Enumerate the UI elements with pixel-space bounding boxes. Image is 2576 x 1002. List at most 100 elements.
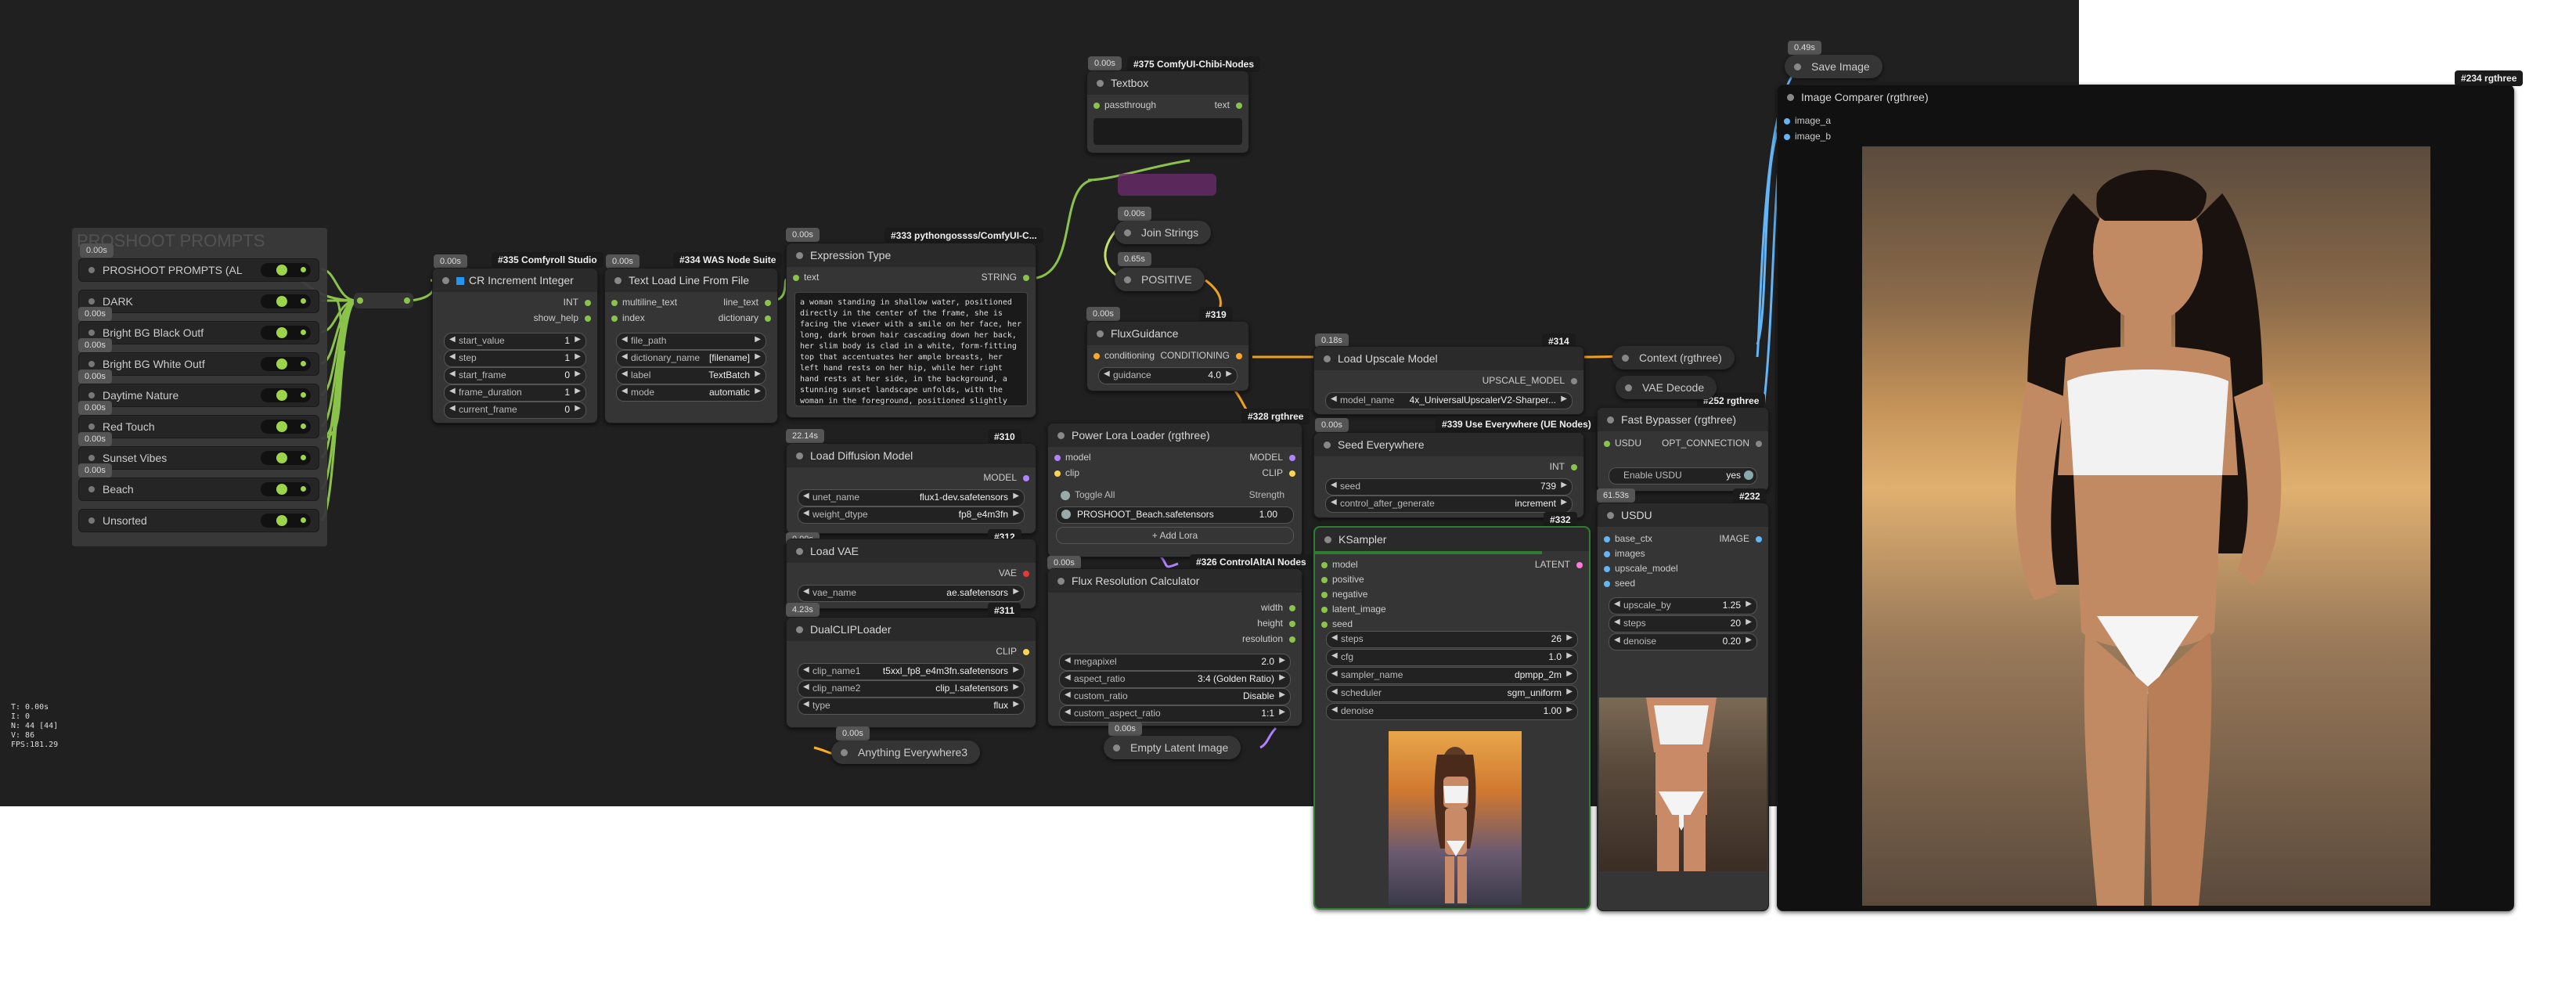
output-socket[interactable] — [765, 300, 771, 306]
node-title-bar[interactable]: KSampler — [1315, 528, 1589, 551]
increment-arrow-icon[interactable]: ▶ — [1746, 600, 1752, 608]
input-socket[interactable] — [1321, 577, 1328, 583]
node-title-bar[interactable]: Fast Bypasser (rgthree) — [1598, 408, 1768, 431]
increment-arrow-icon[interactable]: ▶ — [575, 369, 581, 378]
decrement-arrow-icon[interactable]: ◀ — [621, 387, 628, 395]
increment-arrow-icon[interactable]: ▶ — [1013, 700, 1019, 708]
widget-scheduler[interactable]: ◀ scheduler sgm_uniform ▶ — [1326, 685, 1578, 702]
input-socket[interactable] — [793, 275, 799, 281]
output-socket[interactable] — [301, 517, 306, 523]
output-socket[interactable] — [1023, 275, 1029, 281]
toggle-switch[interactable] — [261, 514, 311, 528]
prompt-textarea[interactable]: a woman standing in shallow water, posit… — [794, 292, 1028, 406]
output-socket[interactable] — [765, 315, 771, 322]
increment-arrow-icon[interactable]: ▶ — [1566, 651, 1573, 660]
increment-arrow-icon[interactable]: ▶ — [575, 404, 581, 413]
prompt-toggle[interactable]: Bright BG White Outf — [78, 352, 319, 376]
collapse-dot-icon[interactable] — [796, 626, 803, 633]
widget-dictionary-name[interactable]: ◀ dictionary_name [filename] ▶ — [616, 350, 766, 367]
decrement-arrow-icon[interactable]: ◀ — [1104, 369, 1110, 378]
node-title-bar[interactable]: DualCLIPLoader — [787, 618, 1036, 641]
prompt-toggle[interactable]: PROSHOOT PROMPTS (AL — [78, 258, 319, 282]
decrement-arrow-icon[interactable]: ◀ — [1614, 600, 1620, 608]
decrement-arrow-icon[interactable]: ◀ — [803, 492, 809, 500]
collapse-dot-icon[interactable] — [1324, 355, 1331, 362]
enable-usdu-toggle[interactable]: Enable USDU yes — [1609, 467, 1757, 485]
join-strings-node[interactable]: Join Strings — [1115, 221, 1212, 244]
toggle-switch[interactable] — [261, 388, 311, 402]
input-socket[interactable] — [1604, 581, 1610, 587]
widget-frame-duration[interactable]: ◀ frame_duration 1 ▶ — [444, 384, 586, 402]
widget-denoise[interactable]: ◀ denoise 1.00 ▶ — [1326, 703, 1578, 720]
collapse-dot-icon[interactable] — [1324, 442, 1331, 449]
increment-arrow-icon[interactable]: ▶ — [575, 352, 581, 361]
canvas[interactable]: PROSHOOT PROMPTS 0.00s PROSHOOT PROMPTS … — [0, 0, 2576, 1002]
increment-arrow-icon[interactable]: ▶ — [1566, 669, 1573, 678]
increment-arrow-icon[interactable]: ▶ — [1013, 683, 1019, 691]
increment-arrow-icon[interactable]: ▶ — [1566, 633, 1573, 642]
output-socket[interactable] — [585, 315, 591, 322]
collapse-dot-icon[interactable] — [1787, 94, 1794, 101]
power-lora-loader-node[interactable]: Power Lora Loader (rgthree) model MODEL c… — [1047, 423, 1302, 557]
widget-steps[interactable]: ◀ steps 20 ▶ — [1609, 615, 1757, 633]
output-socket[interactable] — [404, 297, 410, 304]
output-socket[interactable] — [1289, 605, 1295, 611]
widget-type[interactable]: ◀ type flux ▶ — [798, 697, 1025, 715]
increment-arrow-icon[interactable]: ▶ — [1561, 498, 1567, 506]
input-socket[interactable] — [1604, 566, 1610, 572]
widget-seed[interactable]: ◀ seed 739 ▶ — [1325, 478, 1573, 496]
widget-megapixel[interactable]: ◀ megapixel 2.0 ▶ — [1059, 654, 1291, 671]
output-socket[interactable] — [301, 392, 306, 398]
reroute-node[interactable] — [354, 293, 413, 308]
input-socket[interactable] — [1321, 622, 1328, 628]
decrement-arrow-icon[interactable]: ◀ — [449, 369, 456, 378]
collapse-dot-icon[interactable] — [442, 277, 449, 284]
widget-unet-name[interactable]: ◀ unet_name flux1-dev.safetensors ▶ — [798, 489, 1025, 506]
widget-model-name[interactable]: ◀ model_name 4x_UniversalUpscalerV2-Sharpe… — [1325, 392, 1573, 409]
increment-arrow-icon[interactable]: ▶ — [755, 352, 761, 361]
increment-arrow-icon[interactable]: ▶ — [1561, 481, 1567, 489]
increment-arrow-icon[interactable]: ▶ — [1013, 492, 1019, 500]
decrement-arrow-icon[interactable]: ◀ — [1065, 708, 1071, 716]
preview-image[interactable] — [1599, 697, 1767, 871]
collapse-dot-icon[interactable] — [614, 277, 621, 284]
usdu-node[interactable]: USDU base_ctx images upscale_model seed IMA… — [1597, 503, 1769, 911]
node-title-bar[interactable]: Text Load Line From File — [605, 269, 777, 292]
increment-arrow-icon[interactable]: ▶ — [1279, 708, 1285, 716]
increment-arrow-icon[interactable]: ▶ — [1566, 687, 1573, 696]
load-vae-node[interactable]: Load VAE VAE ◀ vae_name ae.safetensors ▶ — [786, 539, 1036, 609]
output-socket[interactable] — [1289, 470, 1295, 477]
collapse-dot-icon[interactable] — [1057, 432, 1065, 439]
input-socket[interactable] — [1784, 134, 1790, 140]
output-socket[interactable] — [301, 424, 306, 429]
load-upscale-model-node[interactable]: Load Upscale Model UPSCALE_MODEL ◀ model_… — [1313, 346, 1584, 415]
output-socket[interactable] — [585, 300, 591, 306]
toggle-switch[interactable] — [261, 451, 311, 465]
widget-step[interactable]: ◀ step 1 ▶ — [444, 350, 586, 367]
decrement-arrow-icon[interactable]: ◀ — [621, 369, 628, 378]
decrement-arrow-icon[interactable]: ◀ — [1331, 705, 1338, 714]
output-socket[interactable] — [1756, 441, 1762, 447]
collapse-dot-icon[interactable] — [1097, 330, 1104, 337]
output-socket[interactable] — [301, 486, 306, 492]
collapsed-node[interactable] — [1118, 174, 1216, 196]
flux-guidance-node[interactable]: FluxGuidance conditioning CONDITIONING ◀ g… — [1086, 321, 1249, 391]
increment-arrow-icon[interactable]: ▶ — [1013, 587, 1019, 596]
toggle-switch[interactable] — [261, 482, 311, 496]
decrement-arrow-icon[interactable]: ◀ — [803, 587, 809, 596]
input-socket[interactable] — [357, 297, 363, 304]
widget-custom-aspect-ratio[interactable]: ◀ custom_aspect_ratio 1:1 ▶ — [1059, 705, 1291, 723]
widget-guidance[interactable]: ◀ guidance 4.0 ▶ — [1098, 367, 1238, 384]
output-socket[interactable] — [301, 455, 306, 460]
output-socket[interactable] — [301, 267, 306, 272]
output-socket[interactable] — [1236, 103, 1242, 109]
expression-type-node[interactable]: Expression Type text STRING a woman stand… — [786, 243, 1036, 418]
decrement-arrow-icon[interactable]: ◀ — [803, 700, 809, 708]
widget-label[interactable]: ◀ label TextBatch ▶ — [616, 367, 766, 384]
output-socket[interactable] — [1289, 636, 1295, 643]
collapse-dot-icon[interactable] — [841, 749, 848, 756]
increment-arrow-icon[interactable]: ▶ — [1566, 705, 1573, 714]
node-title-bar[interactable]: Image Comparer (rgthree) — [1778, 85, 2513, 109]
output-socket[interactable] — [1756, 536, 1762, 542]
cr-increment-integer-node[interactable]: CR Increment Integer INT show_help ◀ star… — [432, 268, 598, 424]
